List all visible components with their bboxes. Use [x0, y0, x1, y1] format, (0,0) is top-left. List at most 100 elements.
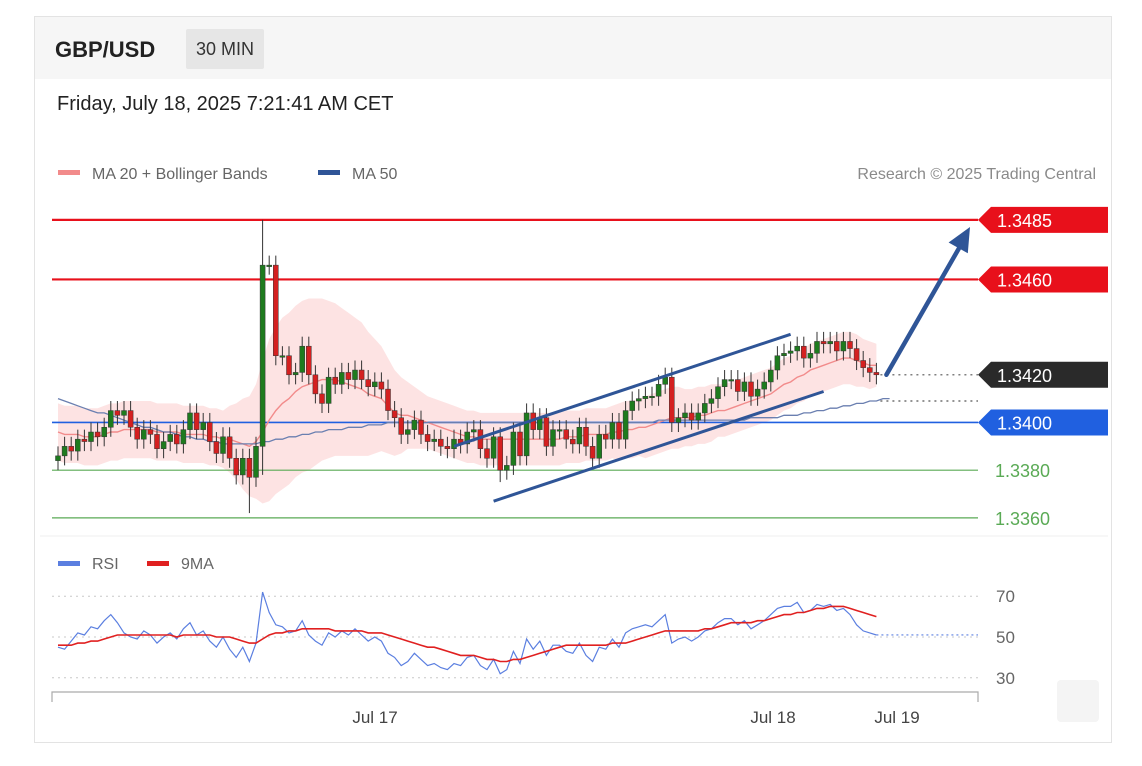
candle-body	[286, 355, 292, 376]
candle-body	[814, 341, 820, 354]
level-label-1.3360: 1.3360	[995, 509, 1050, 529]
level-labels: 1.3485 1.3460 1.3420 1.3400 1.3380 1.3360	[978, 206, 1108, 529]
candle-body	[306, 345, 312, 376]
candle	[523, 403, 530, 466]
legend-swatch-ma50	[318, 170, 340, 175]
legend-label-ma20: MA 20 + Bollinger Bands	[92, 166, 268, 183]
candle-body	[332, 376, 338, 385]
candle	[273, 255, 279, 366]
candle-body	[728, 379, 734, 382]
candle-body	[853, 348, 860, 361]
candle-body	[748, 381, 754, 397]
candle-body	[55, 455, 61, 461]
candle-body	[180, 429, 187, 445]
candle-body	[61, 446, 68, 457]
candle-body	[576, 427, 583, 445]
candle-body	[167, 434, 173, 442]
candle-body	[642, 396, 649, 399]
candle-body	[438, 438, 444, 447]
candle-body	[312, 374, 319, 395]
x-tick-label: Jul 17	[352, 708, 397, 727]
candle-body	[141, 429, 147, 440]
candle-body	[240, 457, 246, 476]
candle-body	[556, 429, 563, 432]
candle-body	[517, 431, 523, 457]
rsi-line	[57, 591, 877, 675]
candle-body	[867, 367, 873, 373]
main-legend: MA 20 + Bollinger Bands MA 50 Research ©…	[58, 166, 1096, 183]
candle-body	[319, 393, 325, 404]
candle-body	[94, 431, 101, 438]
candle-body	[781, 353, 787, 356]
price-chart: MA 20 + Bollinger Bands MA 50 Research ©…	[40, 166, 1108, 727]
candle-body	[385, 388, 391, 411]
legend-swatch-9ma	[147, 561, 169, 566]
expand-button[interactable]	[1057, 680, 1099, 722]
forecast-arrow-shaft	[884, 240, 965, 378]
candle-body	[688, 412, 695, 421]
rsi-tick-70: 70	[996, 587, 1015, 606]
candle-body	[246, 457, 253, 478]
candle-body	[471, 429, 477, 433]
candle-body	[702, 403, 708, 414]
rsi-panel: 70 50 30	[52, 587, 1015, 688]
candle-body	[418, 419, 424, 435]
candle-body	[827, 341, 833, 345]
level-label-1.3460: 1.3460	[997, 270, 1052, 290]
candle-body	[715, 386, 721, 399]
candle-body	[273, 264, 279, 356]
candle-body	[794, 345, 800, 352]
candle-body	[609, 422, 616, 440]
candle-body	[695, 412, 701, 421]
candle-body	[682, 412, 688, 418]
candle-body	[187, 412, 193, 430]
bollinger-band-area	[58, 298, 877, 504]
candle-body	[121, 410, 127, 416]
candle-body	[834, 341, 840, 352]
x-axis-line	[51, 691, 979, 702]
candle-body	[253, 446, 259, 478]
candles	[55, 219, 880, 514]
candle-body	[655, 384, 662, 397]
candle-body	[622, 410, 629, 440]
legend-label-9ma: 9MA	[181, 556, 214, 573]
candle-body	[101, 427, 107, 438]
candle-body	[68, 446, 74, 452]
candle-body	[292, 372, 299, 376]
candle-body	[127, 410, 134, 428]
candle-body	[352, 369, 358, 380]
candle-body	[735, 379, 741, 392]
candle-body	[603, 434, 609, 440]
candle-body	[378, 381, 385, 390]
candle-body	[543, 417, 550, 447]
x-tick-label: Jul 19	[874, 708, 919, 727]
candle-body	[160, 441, 167, 449]
candle-body	[220, 436, 226, 454]
candle-body	[873, 372, 880, 376]
candle-body	[708, 398, 715, 404]
candle-body	[669, 376, 675, 423]
candle-body	[372, 381, 378, 387]
level-label-1.3420: 1.3420	[997, 366, 1052, 386]
legend-swatch-ma20	[58, 170, 80, 175]
candle-body	[721, 379, 728, 387]
candle-body	[570, 438, 576, 445]
candle-body	[550, 429, 556, 447]
candle-body	[787, 350, 794, 354]
candle-body	[662, 376, 668, 385]
candle-body	[761, 381, 767, 390]
candle-body	[108, 410, 114, 428]
candle	[259, 219, 266, 475]
candle-body	[768, 369, 774, 383]
candle-body	[616, 422, 622, 440]
x-axis: Jul 17 Jul 18 Jul 19	[51, 691, 979, 727]
candle-body	[484, 448, 490, 459]
candle-body	[774, 355, 781, 371]
candle-body	[675, 417, 682, 423]
legend-label-ma50: MA 50	[352, 166, 397, 183]
level-label-1.3400: 1.3400	[997, 413, 1052, 433]
candle-body	[589, 446, 596, 459]
candle-body	[497, 436, 503, 471]
candle-body	[88, 431, 94, 442]
bollinger-bands	[58, 298, 877, 504]
